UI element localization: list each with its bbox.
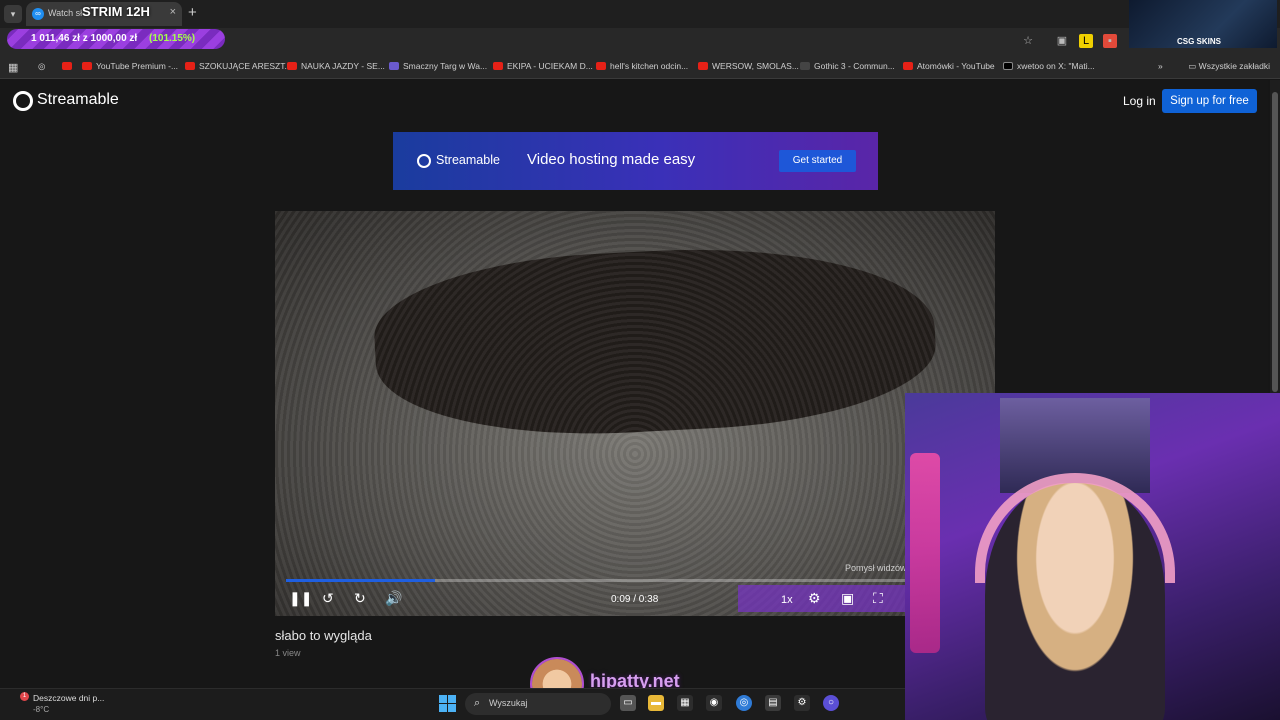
fullscreen-icon[interactable]: ⛶	[873, 590, 883, 607]
tab-close-icon[interactable]: ×	[170, 6, 176, 18]
windows-start-icon[interactable]	[439, 695, 456, 712]
bookmark-label: WERSOW, SMOLAS...	[712, 61, 799, 71]
youtube-icon	[82, 62, 92, 70]
video-overlay-band	[738, 585, 918, 612]
bookmark-label: Atomówki - YouTube	[917, 61, 995, 71]
extension-icon[interactable]: ▣	[1055, 34, 1069, 48]
video-time: 0:09 / 0:38	[611, 594, 659, 605]
bookmark-item[interactable]: xwetoo on X: "Mati...	[1003, 61, 1095, 71]
task-view-icon[interactable]: ▭	[620, 695, 636, 711]
youtube-icon	[698, 62, 708, 70]
apps-grid-icon[interactable]: ▦	[8, 61, 18, 74]
bookmark-item[interactable]: YouTube Premium -...	[82, 61, 178, 71]
bookmark-item[interactable]: NAUKA JAZDY - SE...	[287, 61, 385, 71]
extension-icon[interactable]: ▪	[1103, 34, 1117, 48]
youtube-icon	[287, 62, 297, 70]
all-bookmarks-label: Wszystkie zakładki	[1198, 61, 1270, 71]
x-icon	[1003, 62, 1013, 70]
site-logo[interactable]: Streamable	[37, 91, 119, 109]
youtube-icon	[903, 62, 913, 70]
terminal-icon[interactable]: ▤	[765, 695, 781, 711]
video-frame-texture	[275, 211, 995, 616]
extension-icon[interactable]: L	[1079, 34, 1093, 48]
bookmark-label: SZOKUJĄCE ARESZT...	[199, 61, 292, 71]
tab-title: Watch sł	[48, 8, 83, 18]
bookmark-item[interactable]: Smaczny Targ w Wa...	[389, 61, 487, 71]
weather-notification-badge: 1	[20, 692, 29, 701]
youtube-icon	[62, 62, 72, 70]
settings-icon[interactable]: ⚙	[794, 695, 810, 711]
youtube-icon	[185, 62, 195, 70]
bookmark-label: NAUKA JAZDY - SE...	[301, 61, 385, 71]
youtube-icon	[596, 62, 606, 70]
more-bookmarks-icon[interactable]: »	[1158, 61, 1163, 71]
weather-widget-temp[interactable]: -8°C	[33, 705, 49, 714]
banner-logo: Streamable	[436, 153, 500, 167]
banner-tagline: Video hosting made easy	[527, 151, 696, 168]
store-icon[interactable]: ▦	[677, 695, 693, 711]
steam-icon[interactable]: ◉	[706, 695, 722, 711]
streamable-favicon-icon: ∞	[32, 8, 44, 20]
bookmark-item[interactable]: hell's kitchen odcin...	[596, 61, 688, 71]
donation-percent: (101.15%)	[149, 33, 196, 44]
youtube-icon	[493, 62, 503, 70]
video-player[interactable]: Pomysł widzów ❚❚ ↺ ↻ 🔊 0:09 / 0:38 1x ⚙ …	[275, 211, 995, 616]
banner-logo-icon	[417, 154, 431, 168]
get-started-button[interactable]: Get started	[779, 150, 856, 172]
site-icon	[800, 62, 810, 70]
app-icon[interactable]: ○	[823, 695, 839, 711]
bookmark-star-icon[interactable]: ☆	[1021, 34, 1035, 48]
donation-amount: 1 011,46 zł z 1000,00 zł	[31, 33, 138, 44]
bookmark-item[interactable]: SZOKUJĄCE ARESZT...	[185, 61, 292, 71]
signup-button[interactable]: Sign up for free	[1162, 89, 1257, 113]
bookmarks-bar: ▦ ◎ YouTube Premium -... SZOKUJĄCE ARESZ…	[0, 55, 1280, 79]
file-explorer-icon[interactable]: ▬	[648, 695, 664, 711]
new-tab-button[interactable]: +	[188, 4, 197, 21]
pause-icon[interactable]: ❚❚	[289, 590, 312, 607]
tab-search-button[interactable]: ▾	[4, 5, 22, 23]
taskbar-search[interactable]	[465, 693, 611, 715]
weather-widget-title[interactable]: Deszczowe dni p...	[33, 693, 104, 703]
bookmark-label: hell's kitchen odcin...	[610, 61, 689, 71]
picture-in-picture-icon[interactable]: ▣	[841, 590, 854, 607]
volume-icon[interactable]: 🔊	[385, 590, 402, 607]
bookmark-label: YouTube Premium -...	[96, 61, 179, 71]
chrome-icon[interactable]: ◎	[736, 695, 752, 711]
bookmark-item[interactable]: Atomówki - YouTube	[903, 61, 995, 71]
bookmark-item[interactable]: WERSOW, SMOLAS...	[698, 61, 799, 71]
streamable-logo-icon[interactable]	[13, 91, 33, 111]
video-title: słabo to wygląda	[275, 628, 372, 643]
scrollbar-thumb[interactable]	[1272, 92, 1278, 392]
bookmark-label: EKIPA - UCIEKAM D...	[507, 61, 593, 71]
bookmark-label: Gothic 3 - Commun...	[814, 61, 895, 71]
screen: ▾ ∞ Watch sł × + ☆ ▣ L ▪ ▦ ◎ YouTube Pre…	[0, 0, 1280, 720]
login-link[interactable]: Log in	[1123, 94, 1156, 108]
bookmark-item[interactable]: Gothic 3 - Commun...	[800, 61, 895, 71]
stream-title: STRIM 12H	[82, 4, 150, 19]
bookmark-item[interactable]: EKIPA - UCIEKAM D...	[493, 61, 593, 71]
video-watermark: Pomysł widzów	[845, 563, 907, 573]
folder-icon: ▭	[1188, 61, 1199, 71]
settings-gear-icon[interactable]: ⚙	[808, 590, 821, 607]
playback-speed-button[interactable]: 1x	[781, 594, 793, 606]
all-bookmarks-button[interactable]: ▭ Wszystkie zakładki	[1188, 61, 1270, 72]
site-icon	[389, 62, 399, 70]
bookmark-icon[interactable]	[62, 61, 76, 71]
video-views: 1 view	[275, 648, 301, 658]
forward-icon[interactable]: ↻	[354, 590, 366, 607]
webcam-overlay	[905, 393, 1280, 720]
bookmark-label: xwetoo on X: "Mati...	[1017, 61, 1095, 71]
browser-tab-bar: ▾ ∞ Watch sł × +	[0, 0, 1280, 28]
sponsor-label: CSG SKINS	[1177, 37, 1222, 46]
rewind-icon[interactable]: ↺	[322, 590, 334, 607]
webcam-light	[910, 453, 940, 653]
video-progress-fill	[286, 579, 435, 582]
bookmark-label: Smaczny Targ w Wa...	[403, 61, 488, 71]
search-icon: ⌕	[474, 697, 481, 709]
bookmark-icon[interactable]: ◎	[38, 61, 45, 72]
taskbar-search-placeholder: Wyszukaj	[489, 698, 528, 708]
